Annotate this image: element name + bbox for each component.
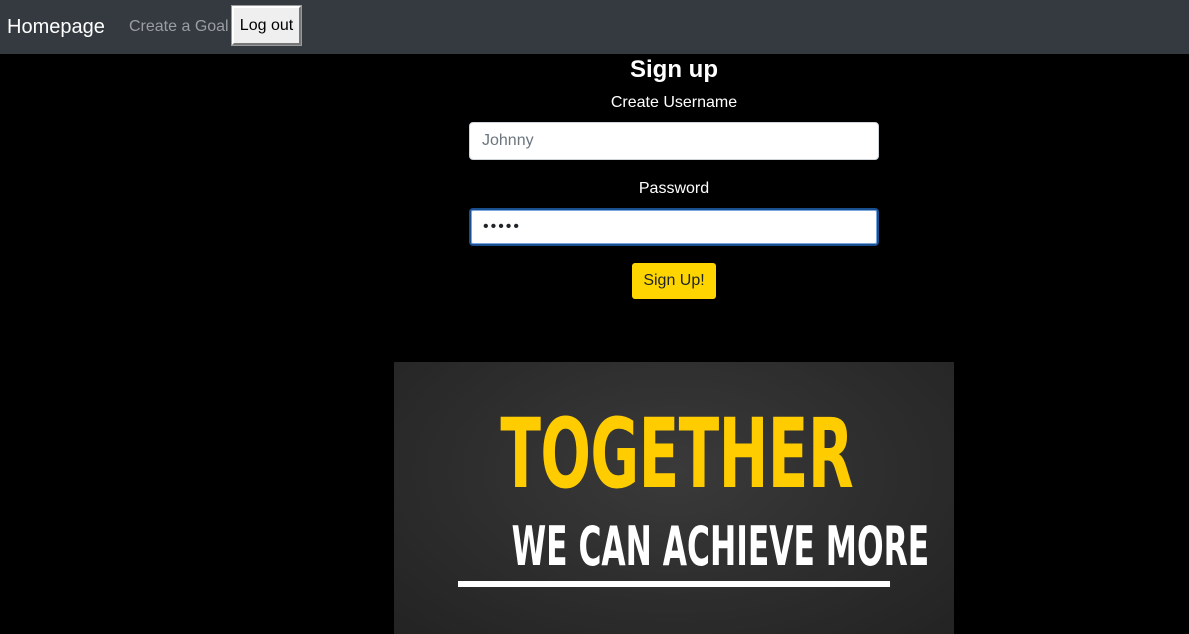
username-label: Create Username: [610, 94, 738, 111]
poster-headline: TOGETHER: [500, 398, 854, 510]
top-navbar: Homepage Create a Goal Log out: [0, 0, 1189, 54]
username-input[interactable]: [469, 122, 879, 160]
sign-up-button[interactable]: Sign Up!: [632, 263, 716, 299]
logout-button[interactable]: Log out: [231, 5, 302, 46]
password-input[interactable]: [469, 208, 879, 246]
poster-underline: [458, 581, 890, 587]
motivational-poster-image: TOGETHER WE CAN ACHIEVE MORE: [394, 362, 954, 634]
password-label: Password: [638, 180, 710, 197]
nav-link-create-goal[interactable]: Create a Goal: [129, 17, 229, 37]
navbar-brand-homepage[interactable]: Homepage: [7, 14, 105, 40]
page-title: Sign up: [630, 56, 718, 83]
poster-subline: WE CAN ACHIEVE MORE: [511, 515, 930, 578]
